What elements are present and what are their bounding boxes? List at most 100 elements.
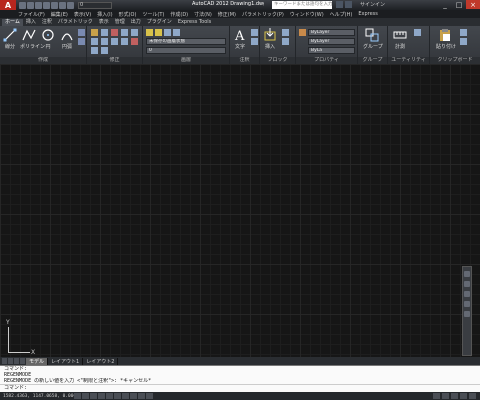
leader-icon[interactable] xyxy=(251,38,258,45)
offset-icon[interactable] xyxy=(101,47,108,54)
move-icon[interactable] xyxy=(91,29,98,36)
trim-icon[interactable] xyxy=(111,29,118,36)
copy-icon[interactable] xyxy=(121,29,128,36)
sun-icon[interactable] xyxy=(164,29,171,36)
star-icon[interactable] xyxy=(345,1,352,8)
arc-tool[interactable]: 円弧 xyxy=(58,28,76,50)
menu-view[interactable]: 表示(V) xyxy=(74,11,91,18)
prev-tab-arrow-icon[interactable] xyxy=(8,358,13,364)
dimension-icon[interactable] xyxy=(251,29,258,36)
polyline-tool[interactable]: ポリライン xyxy=(20,28,45,50)
quick-view-icon[interactable] xyxy=(442,393,449,399)
showmotion-icon[interactable] xyxy=(464,311,470,317)
pan-icon[interactable] xyxy=(464,281,470,287)
paste-tool[interactable]: 貼り付け xyxy=(436,28,456,50)
hatch-icon[interactable] xyxy=(78,38,85,45)
tab-model[interactable]: モデル xyxy=(26,357,49,365)
menu-express[interactable]: Express xyxy=(358,11,378,17)
tab-parametric[interactable]: パラメトリック xyxy=(55,19,96,26)
lineweight-dropdown[interactable]: ByLa xyxy=(308,47,355,54)
osnap-icon[interactable] xyxy=(106,393,113,399)
measure-tool[interactable]: 計測 xyxy=(391,28,409,50)
menu-help[interactable]: ヘルプ(H) xyxy=(330,11,353,18)
last-tab-arrow-icon[interactable] xyxy=(20,358,25,364)
annotation-scale-icon[interactable] xyxy=(451,393,458,399)
menu-tools[interactable]: ツール(T) xyxy=(142,11,164,18)
lightbulb-icon[interactable] xyxy=(155,29,162,36)
stretch-icon[interactable] xyxy=(101,38,108,45)
linetype-dropdown[interactable]: ByLayer xyxy=(308,38,355,45)
minimize-button[interactable]: _ xyxy=(438,0,452,9)
menu-edit[interactable]: 編集(E) xyxy=(51,11,68,18)
mirror-icon[interactable] xyxy=(131,29,138,36)
print-icon[interactable] xyxy=(51,1,58,9)
steering-wheel-icon[interactable] xyxy=(464,271,470,277)
color-dropdown[interactable]: ByLayer xyxy=(308,29,355,36)
layer-state-dropdown[interactable]: 未保存の画層状態 xyxy=(146,38,226,45)
lock-icon[interactable] xyxy=(173,29,180,36)
menu-format[interactable]: 形式(O) xyxy=(119,11,137,18)
menu-modify[interactable]: 修正(M) xyxy=(218,11,236,18)
drawing-canvas[interactable] xyxy=(0,64,480,357)
otrack-icon[interactable] xyxy=(114,393,121,399)
first-tab-arrow-icon[interactable] xyxy=(2,358,7,364)
next-tab-arrow-icon[interactable] xyxy=(14,358,19,364)
model-space-icon[interactable] xyxy=(433,393,440,399)
rectangle-icon[interactable] xyxy=(78,29,85,36)
signin-button[interactable]: サインイン xyxy=(360,1,385,8)
circle-tool[interactable]: 円 xyxy=(39,28,57,50)
text-tool[interactable]: A 文字 xyxy=(231,28,249,50)
undo-icon[interactable] xyxy=(59,1,66,9)
tab-express-tools[interactable]: Express Tools xyxy=(175,19,214,26)
menu-insert[interactable]: 挿入(I) xyxy=(97,11,112,18)
tab-insert[interactable]: 挿入 xyxy=(23,19,39,26)
tab-manage[interactable]: 管理 xyxy=(112,19,128,26)
line-tool[interactable]: 線分 xyxy=(1,28,19,50)
menu-dimension[interactable]: 寸法(N) xyxy=(194,11,212,18)
search-input[interactable]: キーワードまたは語句を入力 xyxy=(272,1,332,9)
tab-view[interactable]: 表示 xyxy=(96,19,112,26)
menu-draw[interactable]: 作成(D) xyxy=(170,11,188,18)
orbit-icon[interactable] xyxy=(464,301,470,307)
transparency-icon[interactable] xyxy=(146,393,153,399)
maximize-button[interactable]: □ xyxy=(452,0,466,9)
array-icon[interactable] xyxy=(121,38,128,45)
calculator-icon[interactable] xyxy=(414,29,421,36)
grid-icon[interactable] xyxy=(82,393,89,399)
redo-icon[interactable] xyxy=(67,1,74,9)
menu-file[interactable]: ファイル(F) xyxy=(18,11,45,18)
layer-properties-icon[interactable] xyxy=(146,29,153,36)
save-as-icon[interactable] xyxy=(43,1,50,9)
tab-plugins[interactable]: プラグイン xyxy=(144,19,175,26)
copy-clip-icon[interactable] xyxy=(460,38,467,45)
menu-window[interactable]: ウィンドウ(W) xyxy=(290,11,324,18)
tab-output[interactable]: 出力 xyxy=(128,19,144,26)
application-menu-button[interactable]: A xyxy=(0,0,16,10)
clean-screen-icon[interactable] xyxy=(469,393,476,399)
menu-parametric[interactable]: パラメトリック(P) xyxy=(242,11,284,18)
ducs-icon[interactable] xyxy=(122,393,129,399)
new-icon[interactable] xyxy=(19,1,26,9)
cut-icon[interactable] xyxy=(460,29,467,36)
tab-home[interactable]: ホーム xyxy=(2,19,23,26)
layer-dropdown[interactable]: 0 xyxy=(146,47,226,54)
match-properties-icon[interactable] xyxy=(299,29,306,36)
workspace-dropdown[interactable]: 0 xyxy=(78,1,112,9)
tab-layout2[interactable]: レイアウト2 xyxy=(83,357,119,365)
close-button[interactable]: × xyxy=(466,0,480,9)
edit-block-icon[interactable] xyxy=(282,38,289,45)
erase-icon[interactable] xyxy=(131,38,138,45)
fillet-icon[interactable] xyxy=(91,38,98,45)
snap-icon[interactable] xyxy=(74,393,81,399)
rotate-icon[interactable] xyxy=(101,29,108,36)
tab-layout1[interactable]: レイアウト1 xyxy=(48,357,84,365)
group-tool[interactable]: グループ xyxy=(363,28,383,50)
open-icon[interactable] xyxy=(27,1,34,9)
save-icon[interactable] xyxy=(35,1,42,9)
workspace-switch-icon[interactable] xyxy=(460,393,467,399)
ortho-icon[interactable] xyxy=(90,393,97,399)
tab-annotate[interactable]: 注釈 xyxy=(39,19,55,26)
dyn-icon[interactable] xyxy=(130,393,137,399)
command-input[interactable]: コマンド: xyxy=(0,384,480,391)
lineweight-toggle-icon[interactable] xyxy=(138,393,145,399)
